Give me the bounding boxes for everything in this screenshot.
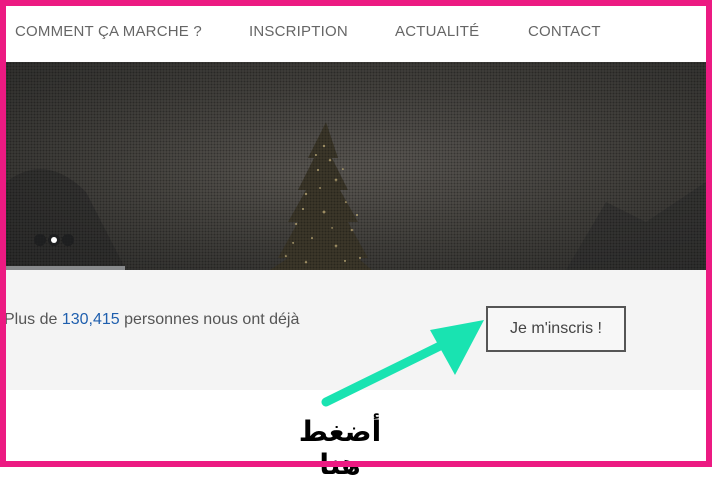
signup-button[interactable]: Je m'inscris ! — [486, 306, 626, 352]
stats-suffix: personnes nous ont déjà — [124, 311, 300, 328]
nav-item-how-it-works[interactable]: COMMENT ÇA MARCHE ? — [15, 23, 202, 40]
member-count: 130,415 — [61, 311, 120, 328]
top-navigation: COMMENT ÇA MARCHE ? INSCRIPTION ACTUALIT… — [6, 6, 706, 63]
hero-slider — [6, 62, 706, 270]
slider-dot-1[interactable] — [34, 234, 46, 246]
nav-item-contact[interactable]: CONTACT — [528, 23, 601, 40]
tree-image — [6, 62, 706, 270]
member-count-text: Plus de 130,415 personnes nous ont déjà — [4, 311, 299, 329]
stats-bar: Plus de 130,415 personnes nous ont déjà … — [4, 270, 706, 390]
slider-dot-3[interactable] — [62, 234, 74, 246]
nav-item-inscription[interactable]: INSCRIPTION — [249, 23, 348, 40]
slider-pagination — [34, 234, 74, 246]
stats-prefix: Plus de — [4, 311, 58, 328]
slide-progress-bar — [6, 266, 125, 270]
nav-item-actualite[interactable]: ACTUALITÉ — [395, 23, 479, 40]
click-here-caption: أضغط هنا — [298, 415, 382, 481]
slider-dot-2[interactable] — [48, 234, 60, 246]
